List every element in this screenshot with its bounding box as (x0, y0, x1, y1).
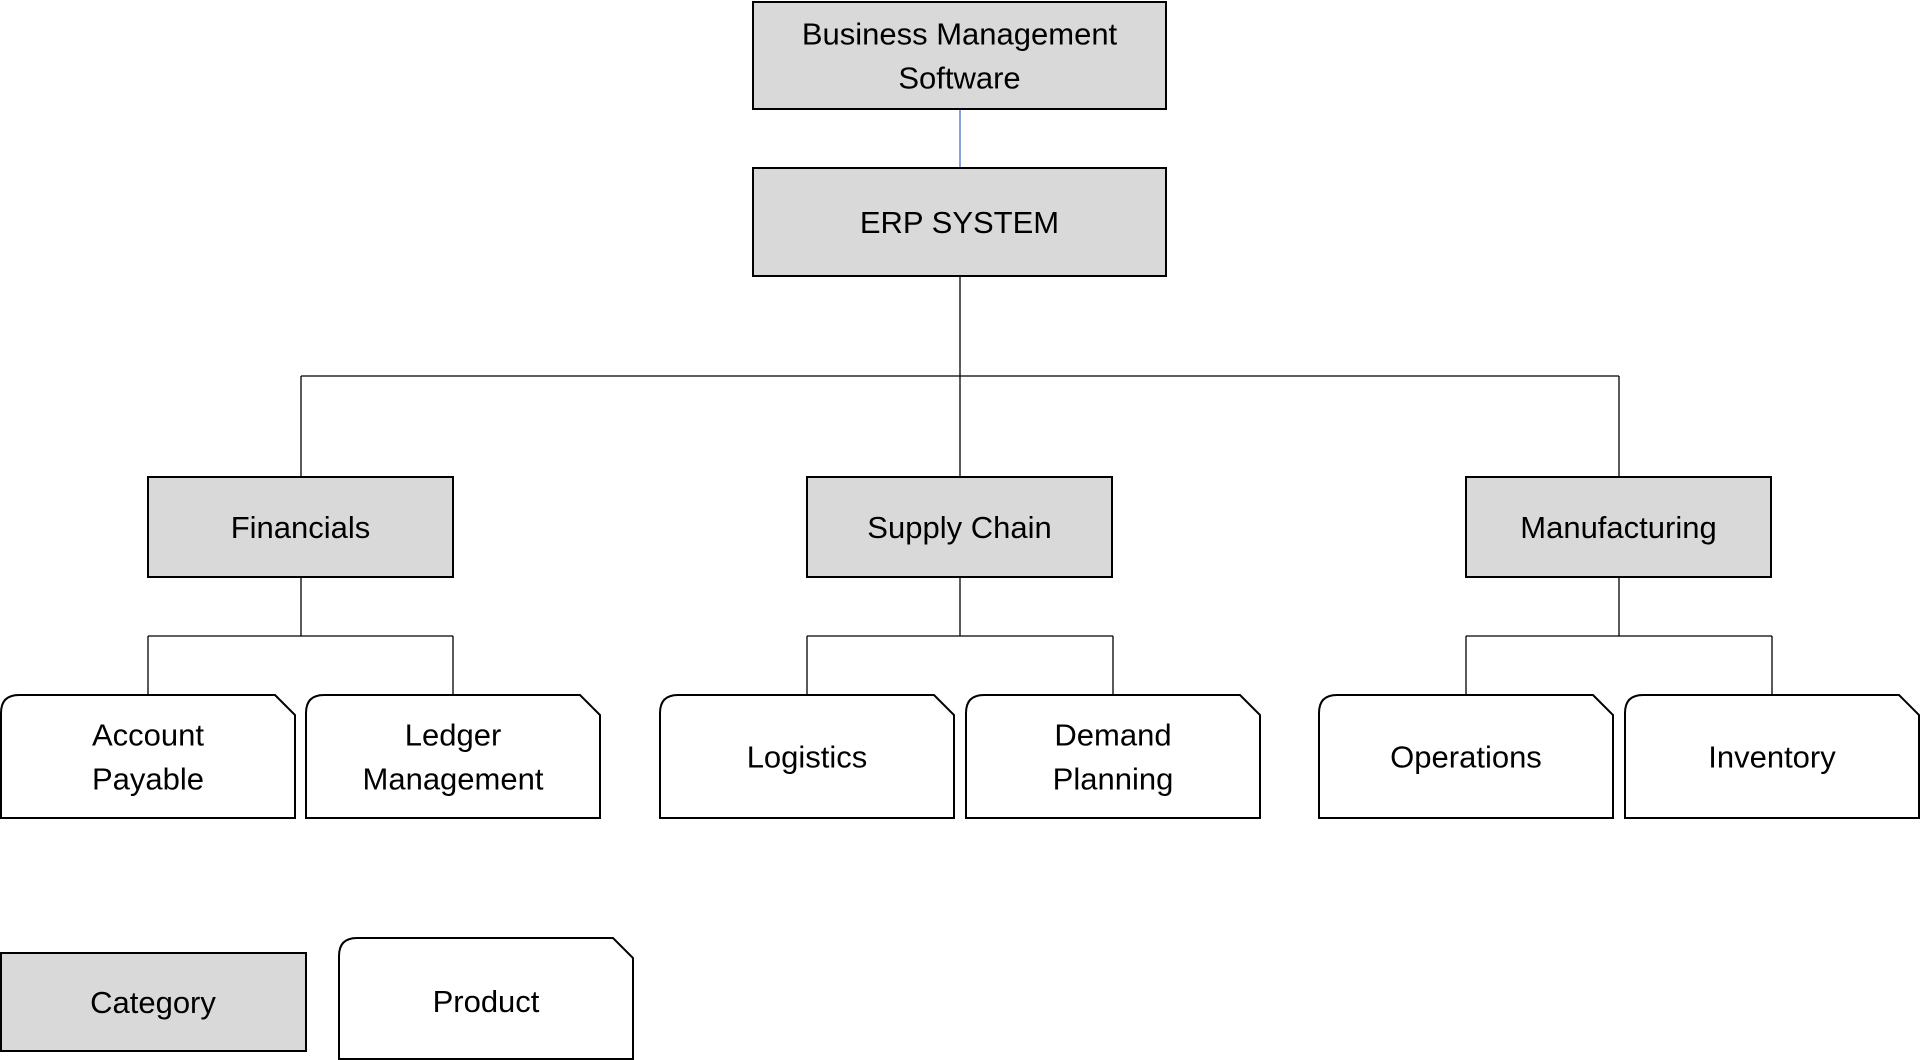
product-node: Inventory (1624, 694, 1920, 819)
product-node-label-line: Demand (1054, 718, 1171, 753)
category-node-label: Supply Chain (867, 510, 1051, 545)
product-node-label: Operations (1390, 740, 1542, 775)
product-node: Demand Planning (965, 694, 1261, 819)
legend-category-label: Category (90, 985, 216, 1020)
product-node-label-line: Planning (1053, 762, 1174, 797)
erp-system-node-label-line: ERP SYSTEM (860, 205, 1059, 240)
category-node-label-line: Financials (231, 510, 371, 545)
product-node-label-line: Account (92, 718, 204, 753)
root-node-business-management-software-label-line: Business Management (802, 17, 1118, 52)
product-node: Account Payable (0, 694, 296, 819)
product-node-shape (965, 694, 1261, 819)
category-node: Financials (147, 476, 454, 578)
category-node: Supply Chain (806, 476, 1113, 578)
category-node: Manufacturing (1465, 476, 1772, 578)
product-node-label-line: Payable (92, 762, 204, 797)
root-node-business-management-software: Business Management Software (752, 1, 1167, 110)
legend-product-label: Product (433, 984, 540, 1019)
category-node-label-line: Manufacturing (1520, 510, 1716, 545)
product-node-label: Inventory (1708, 740, 1836, 775)
product-node-label: Logistics (747, 740, 868, 775)
erp-system-node: ERP SYSTEM (752, 167, 1167, 277)
product-node-label-line: Management (363, 762, 544, 797)
legend: Category Product (0, 937, 634, 1060)
product-node-label-line: Ledger (405, 718, 502, 753)
erp-system-node-label: ERP SYSTEM (860, 205, 1059, 240)
category-node-label: Financials (231, 510, 371, 545)
erp-hierarchy-diagram: Business Management Software ERP SYSTEM Fin… (0, 1, 1920, 1060)
product-node-label-line: Operations (1390, 740, 1542, 775)
product-node: Operations (1318, 694, 1614, 819)
category-node-label: Manufacturing (1520, 510, 1716, 545)
product-node-label-line: Inventory (1708, 740, 1836, 775)
category-node-label-line: Supply Chain (867, 510, 1051, 545)
product-node: Logistics (659, 694, 955, 819)
product-node-shape (305, 694, 601, 819)
product-node: Ledger Management (305, 694, 601, 819)
root-node-business-management-software-label-line: Software (898, 61, 1020, 96)
product-node-label-line: Logistics (747, 740, 868, 775)
product-node-shape (0, 694, 296, 819)
